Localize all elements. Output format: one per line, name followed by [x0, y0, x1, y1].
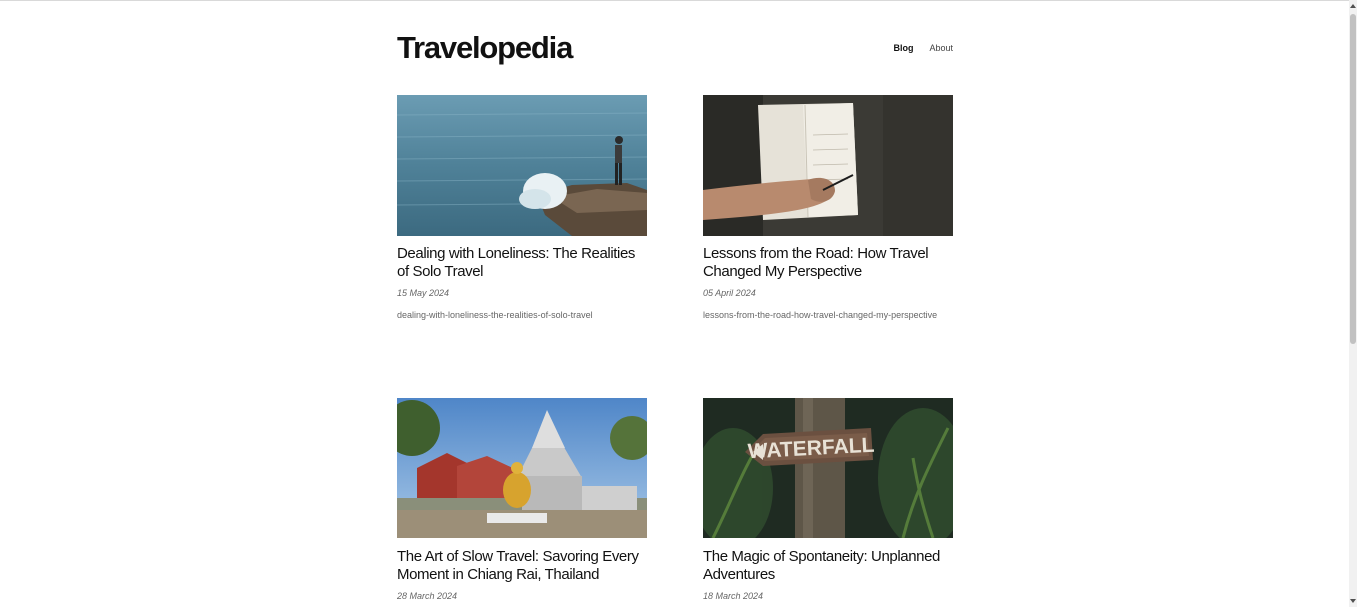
post-date: 15 May 2024: [397, 288, 450, 298]
post-thumbnail[interactable]: [397, 95, 647, 236]
post-date: 18 March 2024: [703, 591, 764, 601]
post-slug: lessons-from-the-road-how-travel-changed…: [703, 310, 938, 320]
post-title[interactable]: The Art of Slow Travel: Savoring Every M…: [397, 548, 647, 584]
post-slug: dealing-with-loneliness-the-realities-of…: [397, 310, 593, 320]
notebook-writing-image: [703, 95, 953, 236]
post-title[interactable]: Lessons from the Road: How Travel Change…: [703, 245, 953, 281]
vertical-scrollbar[interactable]: [1349, 0, 1357, 607]
waterfall-sign-image: WATERFALL: [703, 398, 953, 538]
post-card[interactable]: WATERFALL The Magic of Spontaneity: Unpl…: [703, 398, 953, 601]
nav-item-blog[interactable]: Blog: [893, 43, 913, 53]
top-border: [0, 0, 1349, 1]
scrollbar-thumb[interactable]: [1350, 14, 1356, 344]
post-date: 28 March 2024: [397, 591, 458, 601]
post-card[interactable]: The Art of Slow Travel: Savoring Every M…: [397, 398, 647, 601]
nav-item-about[interactable]: About: [929, 43, 953, 53]
site-title[interactable]: Travelopedia: [397, 30, 573, 66]
post-thumbnail[interactable]: [703, 95, 953, 236]
post-thumbnail[interactable]: [397, 398, 647, 539]
scroll-up-arrow-icon[interactable]: [1350, 4, 1356, 8]
scroll-down-arrow-icon[interactable]: [1350, 599, 1356, 603]
post-card[interactable]: Dealing with Loneliness: The Realities o…: [397, 95, 647, 322]
silver-temple-image: [397, 398, 647, 538]
main-nav: Blog About: [893, 43, 953, 53]
post-card[interactable]: Lessons from the Road: How Travel Change…: [703, 95, 953, 322]
post-thumbnail[interactable]: WATERFALL: [703, 398, 953, 539]
sea-rocks-image: [397, 95, 647, 236]
post-title[interactable]: The Magic of Spontaneity: Unplanned Adve…: [703, 548, 953, 584]
post-title[interactable]: Dealing with Loneliness: The Realities o…: [397, 245, 647, 281]
post-date: 05 April 2024: [703, 288, 756, 298]
